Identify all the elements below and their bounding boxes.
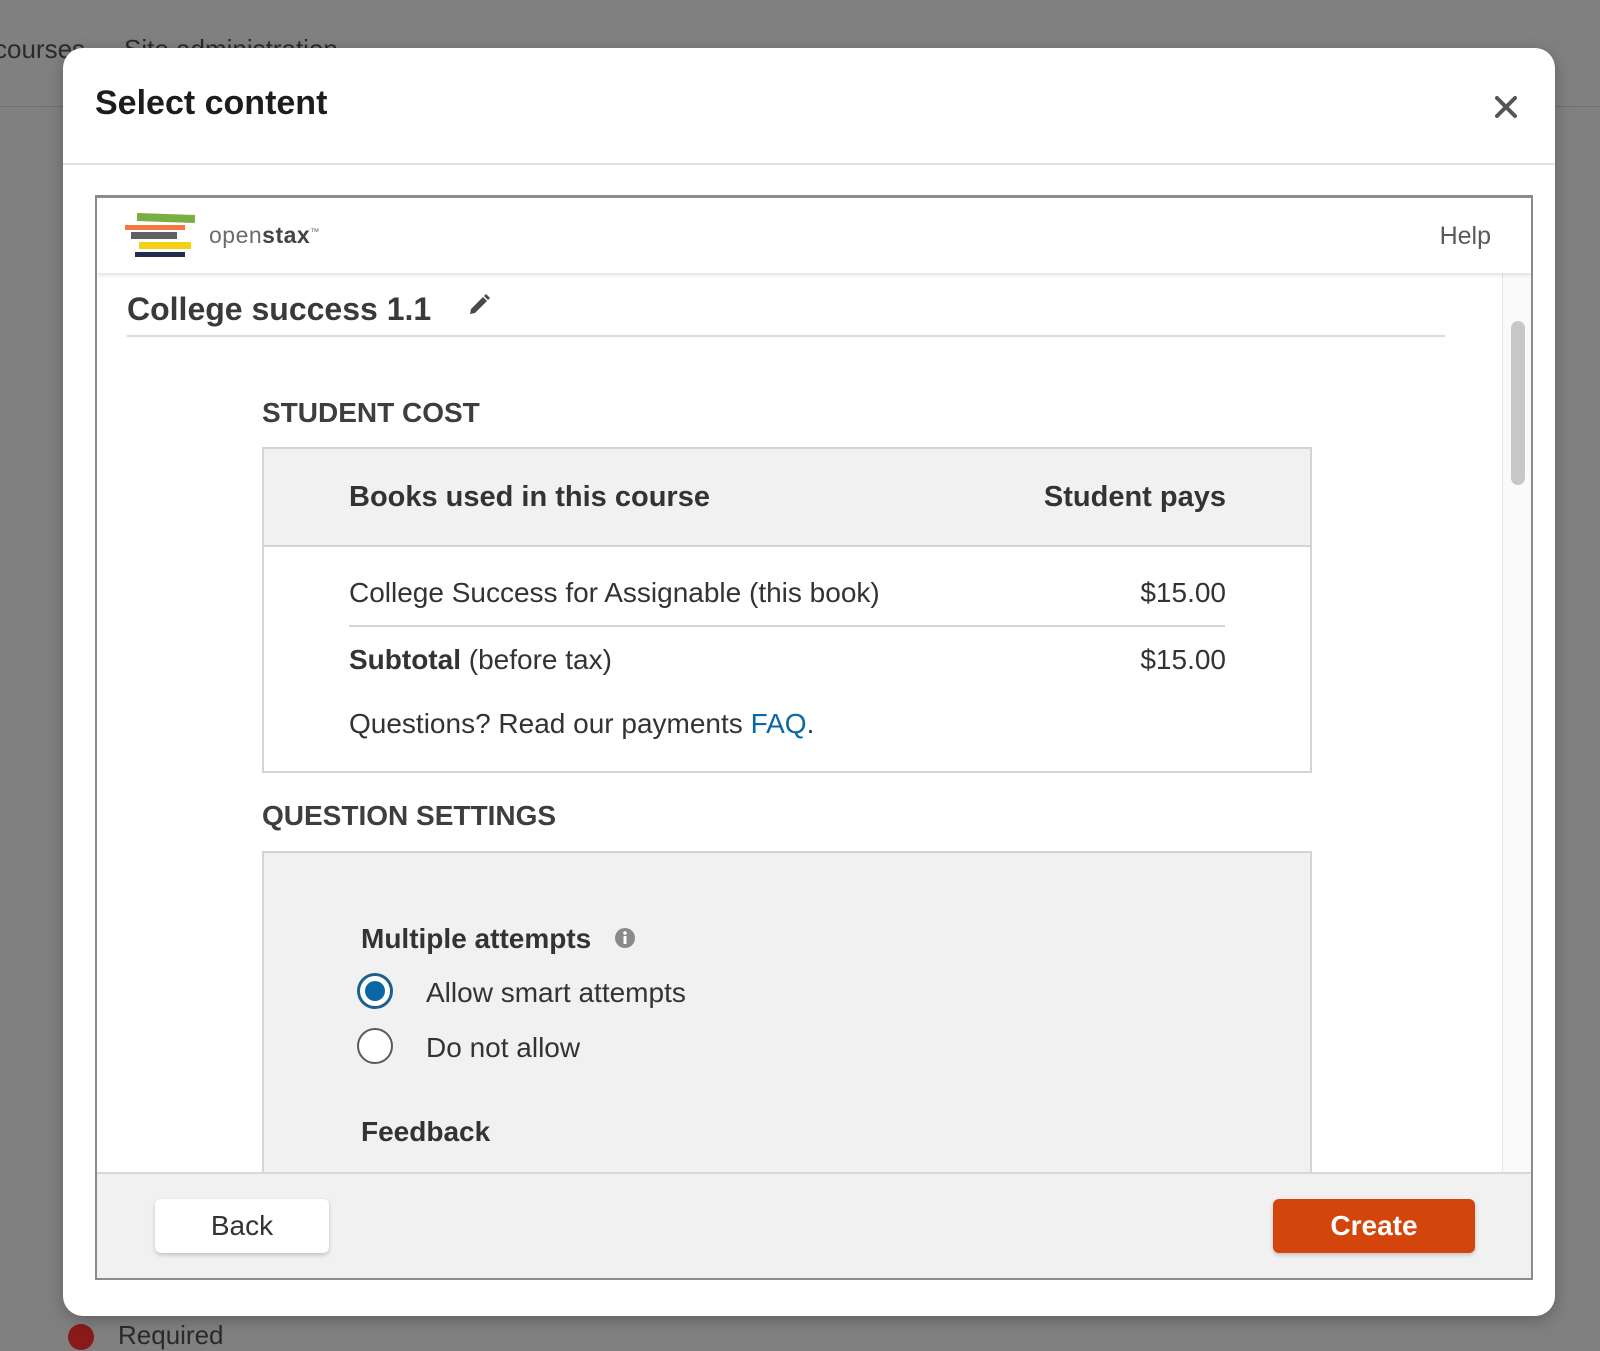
select-content-modal: Select content openstax™ Help College su… — [63, 48, 1555, 1316]
scrollbar-track[interactable] — [1502, 273, 1531, 1174]
openstax-frame: openstax™ Help College success 1.1 STUDE… — [95, 195, 1533, 1280]
questions-text: Questions? Read our payments FAQ. — [349, 708, 814, 740]
openstax-wordmark: openstax™ — [209, 222, 320, 249]
info-icon[interactable] — [614, 927, 636, 949]
back-button[interactable]: Back — [155, 1199, 329, 1253]
radio-allow-smart-attempts[interactable] — [357, 973, 393, 1009]
column-student-pays: Student pays — [1043, 481, 1226, 513]
radio-label-do-not-allow[interactable]: Do not allow — [426, 1032, 580, 1064]
openstax-logo-icon — [125, 213, 196, 257]
frame-footer: Back Create — [97, 1172, 1531, 1278]
wordmark-stax: stax — [262, 222, 311, 248]
row-divider — [349, 625, 1225, 627]
help-link[interactable]: Help — [1440, 222, 1491, 251]
subtotal-label: Subtotal (before tax) — [349, 644, 612, 676]
modal-header: Select content — [63, 48, 1555, 165]
question-settings-heading: QUESTION SETTINGS — [262, 800, 557, 831]
subtotal-bold: Subtotal — [349, 644, 461, 675]
modal-title: Select content — [95, 84, 328, 122]
questions-prefix: Questions? Read our payments — [349, 708, 751, 739]
book-name: College Success for Assignable (this boo… — [349, 577, 880, 608]
subtotal-suffix: (before tax) — [461, 644, 612, 675]
background-required-note: Required — [118, 1320, 224, 1350]
openstax-header: openstax™ Help — [97, 198, 1531, 273]
student-cost-heading: STUDENT COST — [262, 397, 480, 428]
column-books: Books used in this course — [349, 481, 710, 513]
student-cost-table: Books used in this course Student pays C… — [262, 447, 1312, 773]
faq-link[interactable]: FAQ — [751, 708, 807, 739]
wordmark-open: open — [209, 222, 263, 248]
radio-label-allow-smart-attempts[interactable]: Allow smart attempts — [426, 977, 686, 1009]
pencil-icon[interactable] — [467, 293, 491, 317]
course-title: College success 1.1 — [127, 291, 432, 327]
required-icon — [68, 1324, 94, 1350]
subtotal-value: $15.00 — [1140, 644, 1226, 675]
scrollbar-thumb[interactable] — [1511, 321, 1525, 485]
question-settings-panel: Multiple attempts Allow smart attempts D… — [262, 851, 1312, 1174]
radio-do-not-allow[interactable] — [357, 1028, 393, 1064]
close-icon[interactable] — [1491, 92, 1521, 122]
feedback-label: Feedback — [361, 1116, 491, 1147]
multiple-attempts-label: Multiple attempts — [361, 923, 592, 954]
book-price: $15.00 — [1140, 577, 1226, 608]
wordmark-trademark: ™ — [310, 226, 320, 237]
title-divider — [127, 335, 1445, 337]
content-scroll-area[interactable]: College success 1.1 STUDENT COST Books u… — [97, 273, 1531, 1174]
questions-period: . — [806, 708, 815, 739]
cost-table-header: Books used in this course Student pays — [264, 449, 1310, 547]
create-button[interactable]: Create — [1273, 1199, 1475, 1253]
